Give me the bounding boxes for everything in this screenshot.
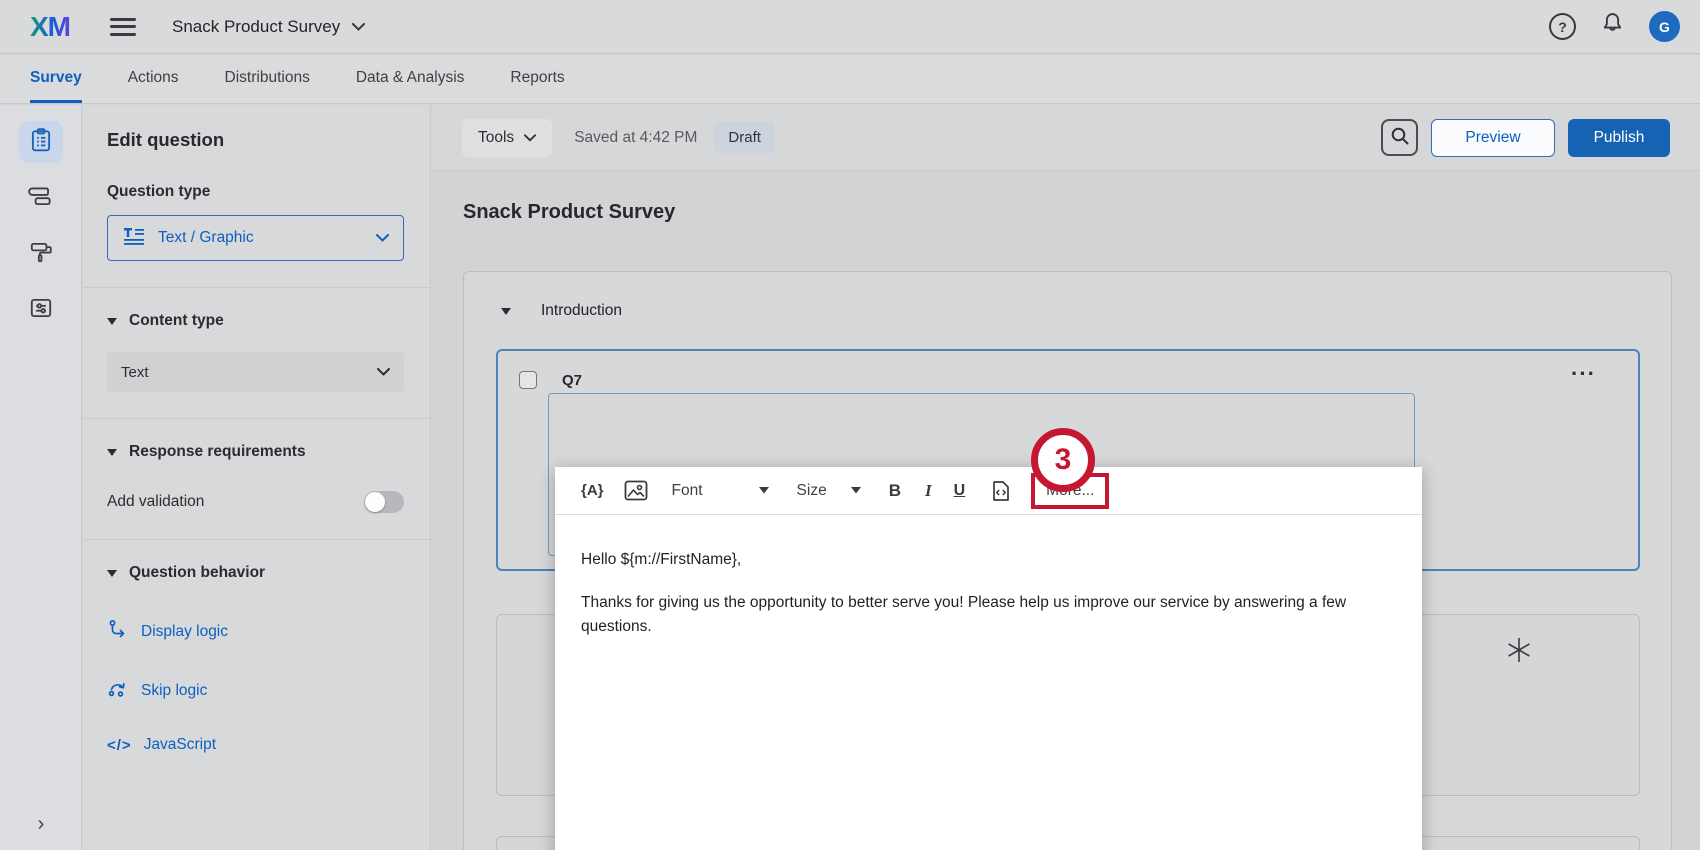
- add-validation-toggle[interactable]: [364, 491, 404, 513]
- response-requirements-section-header[interactable]: Response requirements: [107, 443, 404, 461]
- notifications-icon[interactable]: [1600, 11, 1625, 42]
- underline-button[interactable]: U: [954, 482, 966, 500]
- content-type-select[interactable]: Text: [107, 352, 404, 392]
- source-code-icon[interactable]: [991, 480, 1011, 502]
- draft-status-badge: Draft: [715, 122, 774, 153]
- tools-dropdown[interactable]: Tools: [462, 119, 552, 157]
- content-type-section-header[interactable]: Content type: [107, 312, 404, 330]
- edit-question-panel: Edit question Question type Text / Graph…: [83, 105, 431, 850]
- tools-label: Tools: [478, 129, 514, 147]
- skip-logic-link[interactable]: Skip logic: [107, 677, 404, 704]
- top-bar: XM Snack Product Survey ? G: [0, 0, 1700, 54]
- hamburger-menu-icon[interactable]: [110, 18, 136, 36]
- chevron-down-icon: [376, 234, 389, 242]
- size-chevron-icon[interactable]: [851, 487, 861, 494]
- bold-button[interactable]: B: [889, 481, 901, 501]
- question-type-dropdown[interactable]: Text / Graphic: [107, 215, 404, 261]
- font-dropdown[interactable]: Font: [672, 482, 703, 500]
- survey-title-text: Snack Product Survey: [172, 17, 340, 37]
- question-options-icon[interactable]: ···: [1571, 361, 1596, 387]
- add-validation-row: Add validation: [107, 491, 404, 513]
- topbar-actions: ? G: [1549, 11, 1680, 42]
- rail-item-look-feel[interactable]: [19, 233, 63, 275]
- block-header[interactable]: Introduction: [501, 302, 622, 320]
- collapse-triangle-icon: [107, 318, 117, 325]
- action-strip: Tools Saved at 4:42 PM Draft Preview Pub…: [432, 105, 1700, 171]
- question-checkbox[interactable]: [519, 371, 537, 389]
- search-button[interactable]: [1381, 119, 1418, 156]
- clipboard-list-icon: [28, 127, 54, 158]
- user-avatar[interactable]: G: [1649, 11, 1680, 42]
- preview-button[interactable]: Preview: [1431, 119, 1555, 157]
- content-type-value: Text: [121, 364, 149, 381]
- tab-survey[interactable]: Survey: [30, 55, 82, 103]
- chevron-down-icon: [377, 368, 390, 376]
- skip-logic-icon: [107, 677, 129, 704]
- rte-content[interactable]: Hello ${m://FirstName}, Thanks for givin…: [555, 515, 1422, 639]
- response-requirements-label: Response requirements: [129, 443, 306, 461]
- qualtrics-survey-editor: XM Snack Product Survey ? G Survey Actio…: [0, 0, 1700, 850]
- saved-status: Saved at 4:42 PM: [574, 129, 697, 147]
- tab-distributions[interactable]: Distributions: [225, 55, 310, 103]
- question-type-label: Question type: [107, 183, 404, 201]
- insert-image-icon[interactable]: [624, 480, 648, 501]
- tab-actions[interactable]: Actions: [128, 55, 179, 103]
- javascript-label: JavaScript: [144, 736, 216, 754]
- rte-toolbar: {A} Font Size B I U: [555, 467, 1422, 515]
- rail-item-survey-flow[interactable]: [19, 289, 63, 331]
- search-icon: [1390, 126, 1410, 149]
- question-id: Q7: [562, 372, 582, 389]
- strip-right-actions: Preview Publish: [1381, 119, 1670, 157]
- skip-logic-label: Skip logic: [141, 682, 207, 700]
- block-title: Introduction: [541, 302, 622, 320]
- question-behavior-label: Question behavior: [129, 564, 265, 582]
- font-chevron-icon[interactable]: [759, 487, 769, 494]
- builder-icon-rail: ›: [0, 105, 82, 850]
- size-dropdown[interactable]: Size: [797, 482, 827, 500]
- panel-divider: [83, 287, 430, 288]
- help-icon[interactable]: ?: [1549, 13, 1576, 40]
- editor-body-text: Thanks for giving us the opportunity to …: [581, 591, 1361, 639]
- rich-text-editor-popup: {A} Font Size B I U: [555, 467, 1422, 850]
- display-logic-link[interactable]: Display logic: [107, 618, 404, 645]
- text-graphic-icon: [122, 225, 146, 252]
- add-validation-label: Add validation: [107, 493, 204, 511]
- code-icon: </>: [107, 737, 132, 754]
- main-nav-tabs: Survey Actions Distributions Data & Anal…: [0, 55, 1700, 104]
- display-logic-label: Display logic: [141, 623, 228, 641]
- rail-item-survey-builder[interactable]: [19, 121, 63, 163]
- blocks-icon: [28, 183, 54, 214]
- toggle-knob: [365, 492, 385, 512]
- display-logic-icon: [107, 618, 129, 645]
- panel-divider: [83, 539, 430, 540]
- chevron-down-icon: [524, 134, 536, 142]
- expand-rail-chevron[interactable]: ›: [0, 813, 82, 836]
- survey-canvas: Tools Saved at 4:42 PM Draft Preview Pub…: [432, 105, 1700, 850]
- paint-roller-icon: [28, 239, 54, 270]
- survey-canvas-title: Snack Product Survey: [463, 201, 675, 224]
- panel-heading: Edit question: [107, 129, 404, 151]
- panel-divider: [83, 418, 430, 419]
- required-asterisk-icon: [1504, 633, 1534, 672]
- rail-item-blocks[interactable]: [19, 177, 63, 219]
- content-type-label: Content type: [129, 312, 224, 330]
- tab-data-analysis[interactable]: Data & Analysis: [356, 55, 465, 103]
- collapse-triangle-icon: [107, 570, 117, 577]
- italic-button[interactable]: I: [925, 481, 932, 501]
- collapse-triangle-icon: [107, 449, 117, 456]
- editor-greeting-text: Hello ${m://FirstName},: [581, 551, 1394, 569]
- chevron-down-icon: [352, 23, 365, 31]
- javascript-link[interactable]: </> JavaScript: [107, 736, 404, 754]
- survey-title-menu[interactable]: Snack Product Survey: [172, 17, 365, 37]
- annotation-step-circle: 3: [1031, 428, 1095, 492]
- collapse-triangle-icon: [501, 308, 511, 315]
- canvas-scroll-area[interactable]: Snack Product Survey Introduction Q7 ···: [432, 171, 1700, 850]
- piped-text-icon[interactable]: {A}: [581, 482, 604, 499]
- question-behavior-section-header[interactable]: Question behavior: [107, 564, 404, 582]
- survey-options-icon: [28, 295, 54, 326]
- question-type-value: Text / Graphic: [158, 229, 254, 247]
- xm-logo[interactable]: XM: [30, 11, 70, 43]
- publish-button[interactable]: Publish: [1568, 119, 1670, 157]
- tab-reports[interactable]: Reports: [510, 55, 564, 103]
